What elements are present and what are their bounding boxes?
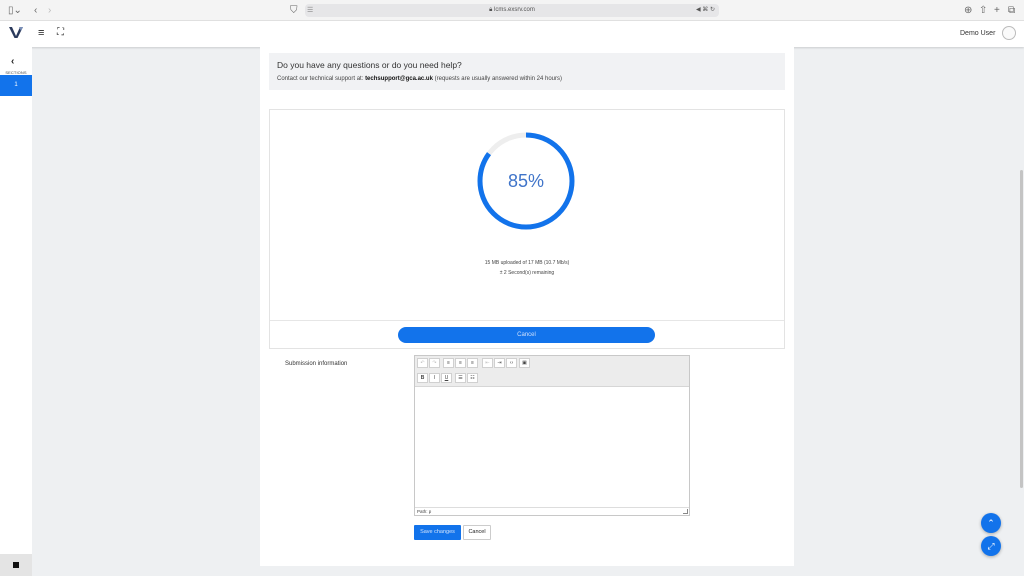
sidebar-toggle-icon[interactable]: ▯⌄ [8,5,22,16]
editor-content-area[interactable] [415,388,689,507]
align-center-icon[interactable]: ≡ [455,358,466,368]
upload-status: 15 MB uploaded of 17 MB (10.7 Mb/s) [484,260,570,266]
fullscreen-icon[interactable]: ⛶ [57,27,64,39]
user-name[interactable]: Demo User [960,29,995,38]
sections-sidebar: ‹ SECTIONS 1 [0,47,32,576]
redo-icon[interactable]: ↷ [429,358,440,368]
align-right-icon[interactable]: ≡ [467,358,478,368]
cancel-button[interactable]: Cancel [463,525,491,540]
numbered-list-icon[interactable]: ☷ [467,373,478,383]
italic-icon[interactable]: I [429,373,440,383]
avatar[interactable] [1002,26,1016,40]
expand-icon: ⤢ [987,541,995,551]
help-text-suffix: (requests are usually answered within 24… [432,76,563,82]
download-icon[interactable]: ⊕ [964,5,972,16]
cancel-upload-button[interactable]: Cancel [398,327,655,343]
share-icon[interactable]: ⇧ [979,5,987,16]
progress-ring: 85% [477,132,575,230]
bold-icon[interactable]: B [417,373,428,383]
editor-toolbar: ↶ ↷ ≡ ≡ ≡ ⇤ ⇥ ‹› ▣ B I U ☰ ☷ [415,356,689,387]
outdent-icon[interactable]: ⇤ [482,358,493,368]
submission-label: Submission information [285,361,348,367]
progress-percent: 85% [508,171,544,191]
speaker-icon[interactable]: ◀︎ [696,7,701,13]
lock-icon: 🔒︎ [489,7,493,13]
reload-icon[interactable]: ↻ [710,7,715,13]
help-text-prefix: Contact our technical support at: [277,76,366,82]
bullet-list-icon[interactable]: ☰ [455,373,466,383]
sidebar-footer [0,554,32,576]
app-header: ≡ ⛶ Demo User [0,21,1024,47]
rich-text-editor: ↶ ↷ ≡ ≡ ≡ ⇤ ⇥ ‹› ▣ B I U ☰ ☷ Path: p [414,355,690,516]
square-icon[interactable] [13,562,19,568]
scrollbar-thumb[interactable] [1020,170,1023,488]
menu-icon[interactable]: ≡ [38,27,44,39]
help-box: Do you have any questions or do you need… [269,53,785,90]
back-icon[interactable]: ‹ [34,5,37,16]
chevron-up-icon: ⌃ [987,518,995,528]
tabs-icon[interactable]: ⧉ [1008,5,1015,16]
help-title: Do you have any questions or do you need… [277,60,462,70]
forward-icon[interactable]: › [48,5,51,16]
main-panel: Do you have any questions or do you need… [260,47,794,566]
align-left-icon[interactable]: ≡ [443,358,454,368]
url-text: lcms.exsrv.com [493,7,535,13]
divider [270,320,784,321]
new-tab-icon[interactable]: + [994,5,1000,16]
address-bar[interactable]: ☰ 🔒︎ lcms.exsrv.com ◀︎ ⌘ ↻ [305,4,719,17]
code-icon[interactable]: ‹› [506,358,517,368]
translate-icon[interactable]: ⌘ [702,7,708,13]
resize-handle[interactable] [683,509,688,514]
scroll-top-button[interactable]: ⌃ [981,513,1001,533]
support-email[interactable]: techsupport@gca.ac.uk [365,76,433,82]
help-text: Contact our technical support at: techsu… [277,75,562,83]
collapse-sidebar-icon[interactable]: ‹ [11,57,14,67]
indent-icon[interactable]: ⇥ [494,358,505,368]
upload-remaining: ± 2 Second(s) remaining [499,270,555,276]
undo-icon[interactable]: ↶ [417,358,428,368]
section-item-active[interactable]: 1 [0,75,32,96]
image-icon[interactable]: ▣ [519,358,530,368]
editor-path: Path: p [415,507,689,515]
underline-icon[interactable]: U [441,373,452,383]
expand-button[interactable]: ⤢ [981,536,1001,556]
upload-progress-card: 85% 15 MB uploaded of 17 MB (10.7 Mb/s) … [269,109,785,349]
shield-icon[interactable]: ⛉ [290,5,298,16]
browser-toolbar: ▯⌄ ‹ › ⛉ ☰ 🔒︎ lcms.exsrv.com ◀︎ ⌘ ↻ ⊕ ⇧ … [0,0,1024,21]
app-logo[interactable] [8,26,24,39]
save-changes-button[interactable]: Save changes [414,525,461,540]
